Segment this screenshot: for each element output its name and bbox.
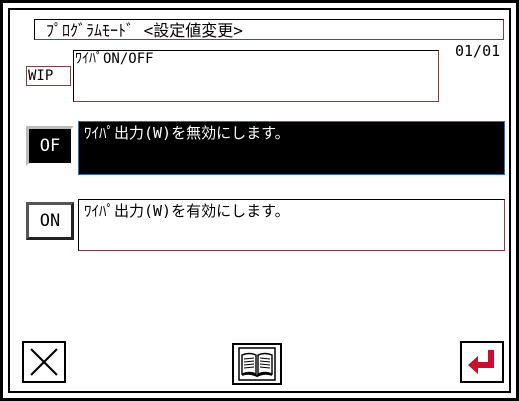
manual-button[interactable] <box>232 343 282 385</box>
close-x-icon <box>30 348 58 376</box>
parameter-code: WIP <box>26 66 71 86</box>
option-on-label: ON <box>39 211 61 231</box>
option-on-description: ﾜｲﾊﾟ出力(W)を有効にします。 <box>84 202 290 220</box>
book-icon <box>238 347 276 381</box>
option-of-description: ﾜｲﾊﾟ出力(W)を無効にします。 <box>84 124 290 142</box>
page-title: ﾌﾟﾛｸﾞﾗﾑﾓｰﾄﾞ <設定値変更> <box>46 21 243 40</box>
option-of-button[interactable]: OF <box>26 126 74 166</box>
parameter-description: ﾜｲﾊﾟON/OFF <box>75 51 154 67</box>
option-of-label: OF <box>39 136 61 156</box>
page-counter: 01/01 <box>455 42 501 60</box>
enter-arrow-icon <box>468 350 494 374</box>
screen-frame: ﾌﾟﾛｸﾞﾗﾑﾓｰﾄﾞ <設定値変更> 01/01 WIP ﾜｲﾊﾟON/OFF… <box>0 0 519 401</box>
enter-button[interactable] <box>460 341 504 383</box>
option-on-button[interactable]: ON <box>26 202 74 240</box>
close-button[interactable] <box>22 341 66 383</box>
